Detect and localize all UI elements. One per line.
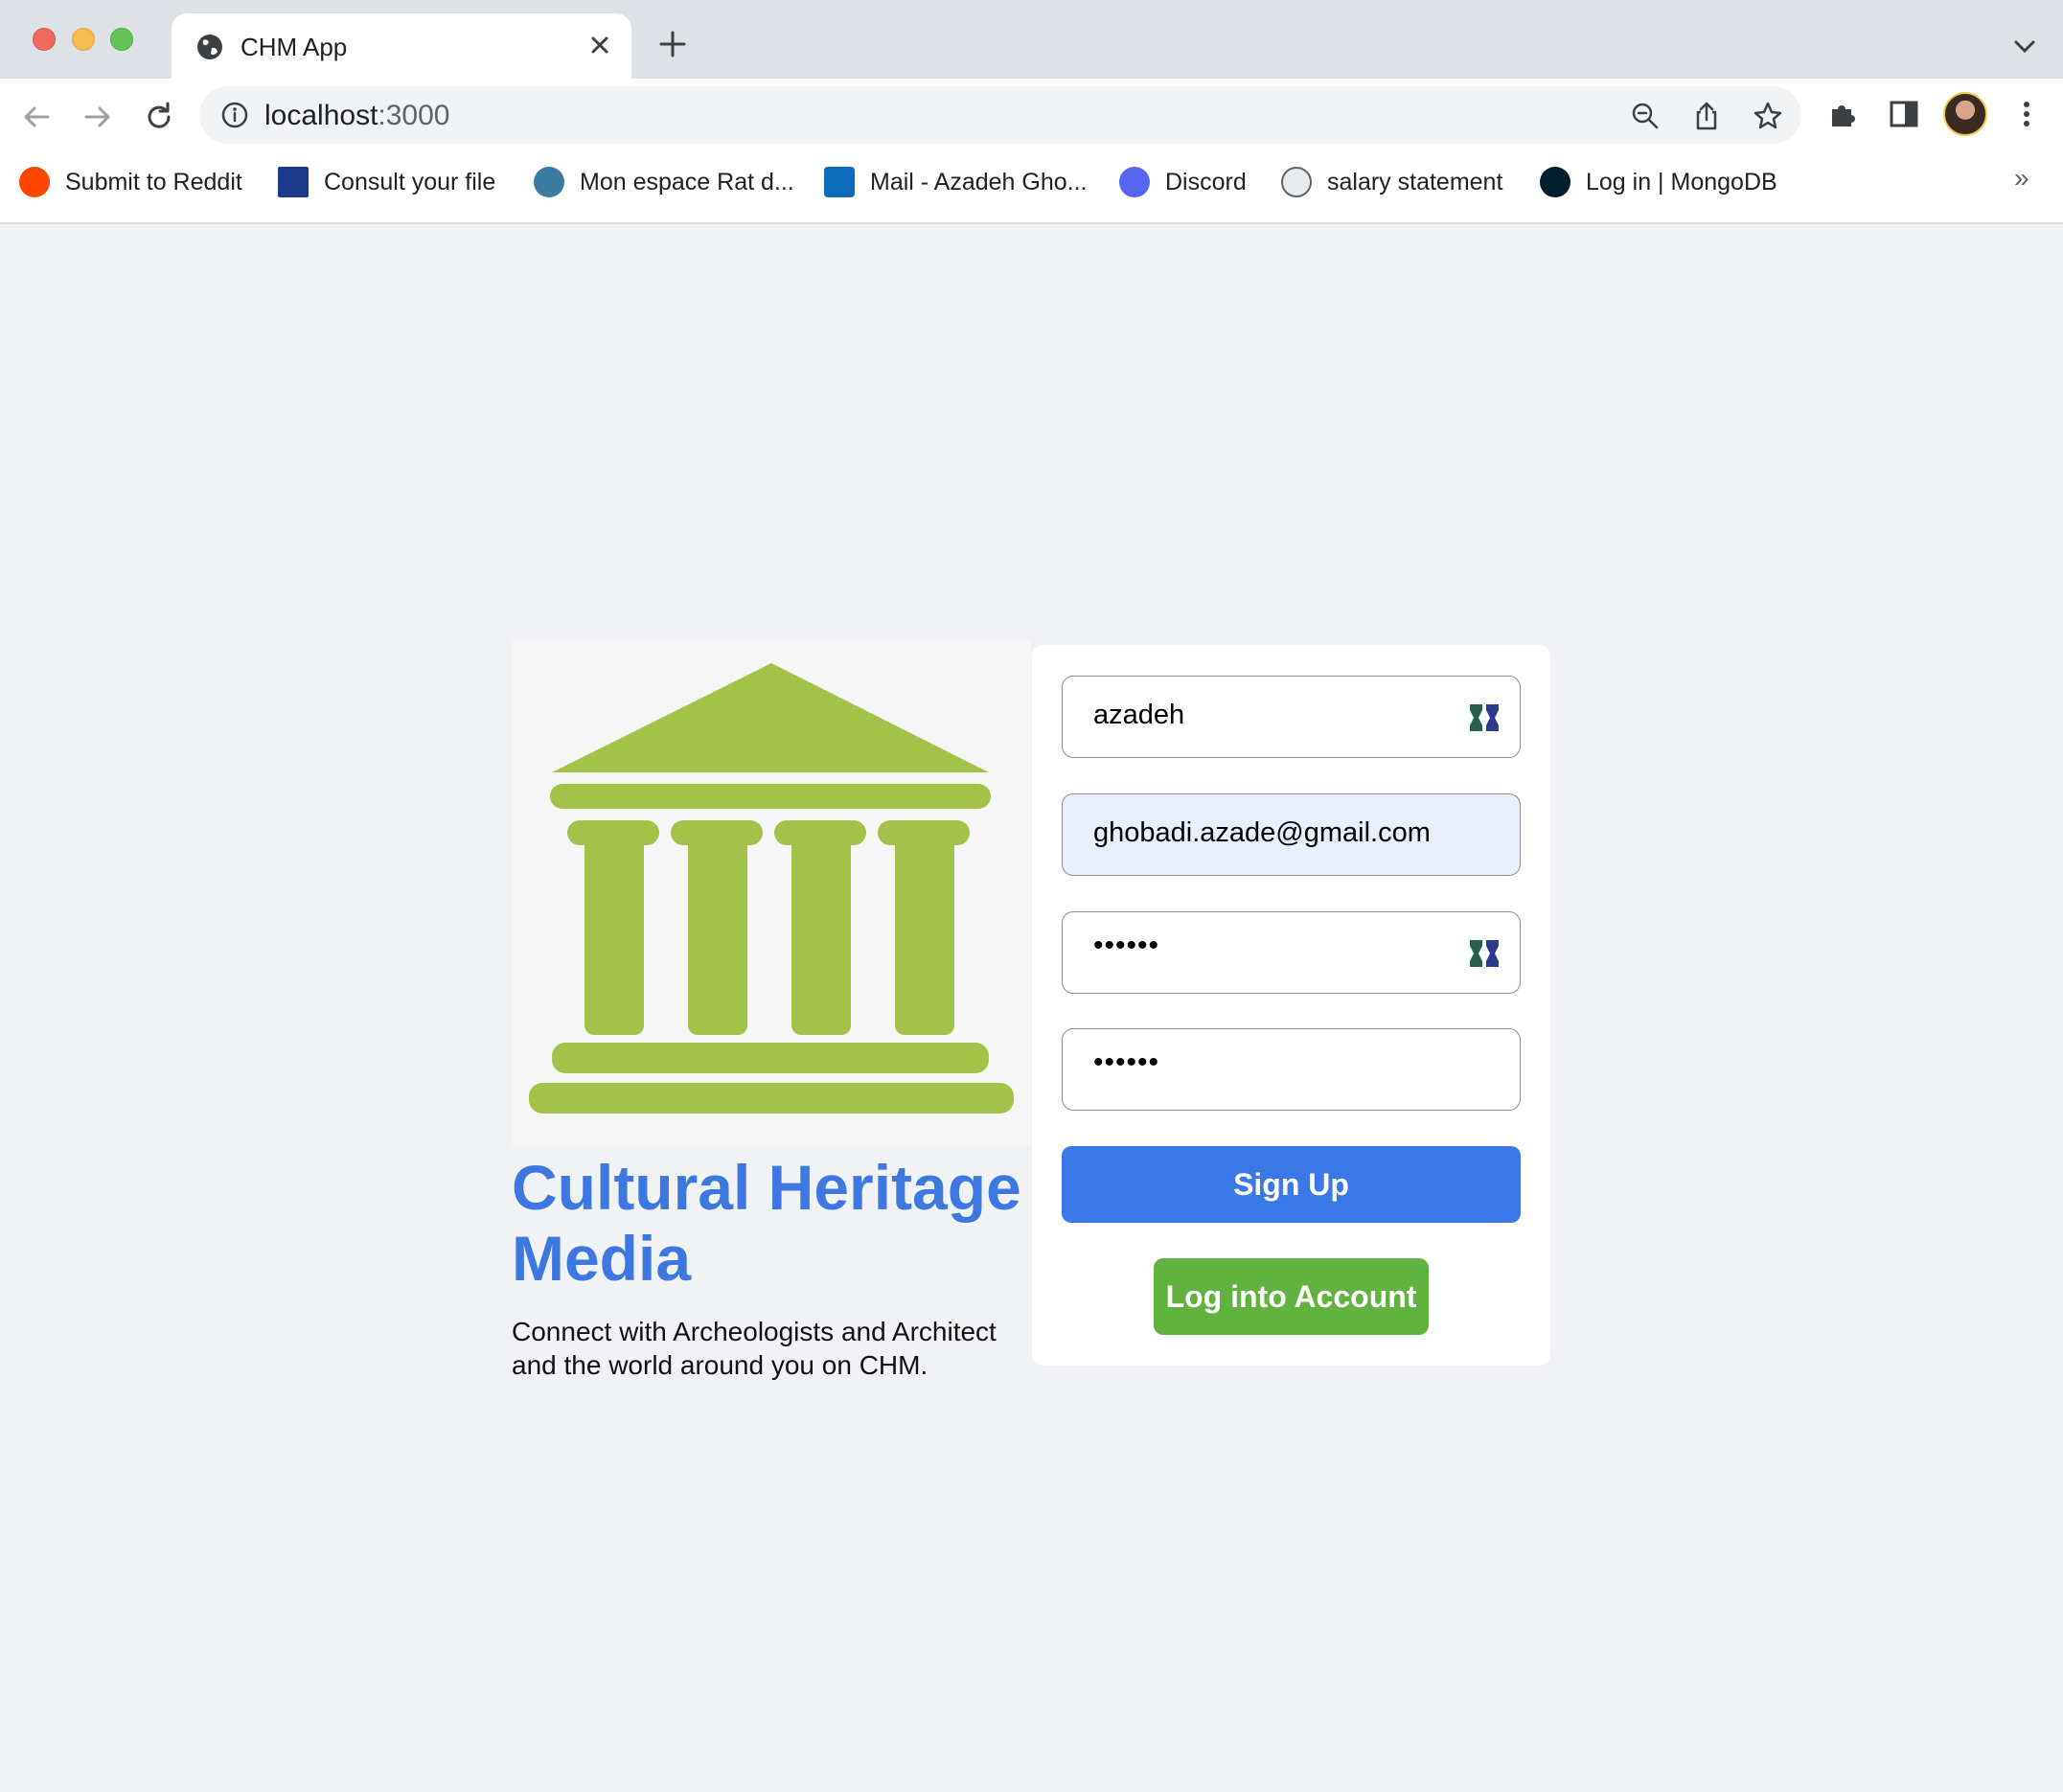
bookmark-mail[interactable]: Mail - Azadeh Gho... xyxy=(824,163,1088,201)
brand-title: Cultural Heritage Media xyxy=(512,1152,1021,1294)
globe-icon xyxy=(1281,167,1312,197)
close-window-button[interactable] xyxy=(33,28,56,51)
reddit-icon xyxy=(19,167,50,197)
tab-title: CHM App xyxy=(241,33,348,61)
url-port: :3000 xyxy=(378,100,450,131)
reload-icon[interactable] xyxy=(140,98,178,136)
chevron-down-icon[interactable] xyxy=(2010,34,2039,57)
bookmark-mongodb[interactable]: Log in | MongoDB xyxy=(1540,163,1777,201)
globe-icon xyxy=(197,34,222,59)
close-tab-icon[interactable] xyxy=(584,29,616,61)
back-arrow-icon[interactable] xyxy=(17,98,56,136)
password-manager-icon[interactable] xyxy=(1468,938,1501,969)
share-icon[interactable] xyxy=(1690,100,1723,132)
profile-avatar[interactable] xyxy=(1943,92,1987,136)
bookmark-salary-statement[interactable]: salary statement xyxy=(1281,163,1502,201)
forward-arrow-icon[interactable] xyxy=(79,98,117,136)
address-bar[interactable]: localhost:3000 xyxy=(199,86,1801,144)
url-host: localhost xyxy=(264,100,378,131)
bookmark-label: salary statement xyxy=(1327,168,1503,195)
username-value: azadeh xyxy=(1093,700,1185,730)
bookmark-label: Mon espace Rat d... xyxy=(580,168,794,195)
quebec-fleur-icon xyxy=(278,167,309,197)
side-panel-icon[interactable] xyxy=(1886,96,1922,132)
confirm-password-mask: •••••• xyxy=(1093,1046,1160,1078)
discord-icon xyxy=(1119,167,1150,197)
brand-panel: Cultural Heritage Media Connect with Arc… xyxy=(512,640,1031,1382)
p-circle-icon xyxy=(534,167,564,197)
minimize-window-button[interactable] xyxy=(72,28,95,51)
bookmark-label: Log in | MongoDB xyxy=(1586,168,1777,195)
log-into-account-button[interactable]: Log into Account xyxy=(1154,1258,1429,1335)
bookmark-label: Discord xyxy=(1165,168,1247,195)
url-text: localhost:3000 xyxy=(264,100,449,132)
tab-strip: CHM App xyxy=(0,0,2063,79)
logo xyxy=(512,640,1031,1146)
outlook-icon xyxy=(824,167,855,197)
site-info-icon[interactable] xyxy=(220,101,249,129)
confirm-password-field[interactable]: •••••• xyxy=(1062,1028,1521,1111)
bookmark-label: Consult your file xyxy=(324,168,496,195)
bookmark-discord[interactable]: Discord xyxy=(1119,163,1247,201)
classical-building-icon xyxy=(529,663,1014,1114)
tagline: Connect with Archeologists and Architect… xyxy=(512,1317,997,1380)
password-manager-icon[interactable] xyxy=(1468,702,1501,733)
tab-chm-app[interactable]: CHM App xyxy=(172,13,631,79)
username-field[interactable]: azadeh xyxy=(1062,676,1521,758)
bookmarks-bar: Submit to Reddit Consult your file Mon e… xyxy=(0,146,2063,222)
kebab-menu-icon[interactable] xyxy=(2008,96,2045,132)
email-value: ghobadi.azade@gmail.com xyxy=(1093,817,1431,848)
browser-toolbar: localhost:3000 Submit to Reddit Consult … xyxy=(0,79,2063,224)
maximize-window-button[interactable] xyxy=(110,28,133,51)
password-field[interactable]: •••••• xyxy=(1062,911,1521,994)
password-mask: •••••• xyxy=(1093,930,1160,961)
extensions-icon[interactable] xyxy=(1824,96,1861,132)
sign-up-button[interactable]: Sign Up xyxy=(1062,1146,1521,1223)
bookmark-mon-espace[interactable]: Mon espace Rat d... xyxy=(534,163,794,201)
new-tab-icon[interactable] xyxy=(657,29,688,59)
signup-card: azadeh ghobadi.azade@gmail.com •••••• ••… xyxy=(1032,645,1550,1366)
bookmark-label: Submit to Reddit xyxy=(65,168,242,195)
email-field[interactable]: ghobadi.azade@gmail.com xyxy=(1062,793,1521,876)
bookmark-reddit[interactable]: Submit to Reddit xyxy=(19,163,242,201)
mongodb-leaf-icon xyxy=(1540,167,1570,197)
more-bookmarks-button[interactable]: » xyxy=(2014,163,2029,194)
bookmark-consult-file[interactable]: Consult your file xyxy=(278,163,495,201)
bookmark-label: Mail - Azadeh Gho... xyxy=(870,168,1088,195)
zoom-icon[interactable] xyxy=(1629,100,1662,132)
star-icon[interactable] xyxy=(1752,100,1784,132)
